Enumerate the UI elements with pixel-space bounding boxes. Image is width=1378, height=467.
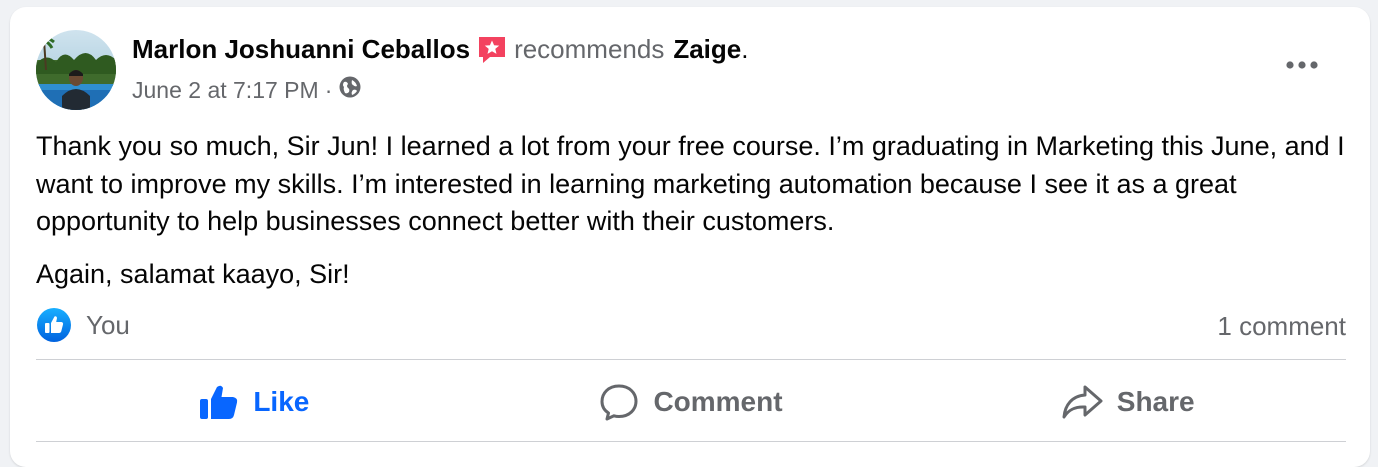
recommendation-icon <box>476 33 508 65</box>
divider-top <box>36 359 1346 360</box>
post-header: Marlon Joshuanni Ceballos recommends Zai… <box>132 33 749 65</box>
comment-bubble-icon <box>600 384 638 421</box>
author-avatar[interactable] <box>36 30 116 110</box>
share-button[interactable]: Share <box>909 362 1346 442</box>
reactions-summary[interactable]: You <box>36 307 130 343</box>
header-period: . <box>741 34 749 64</box>
comment-count-link[interactable]: 1 comment <box>1217 311 1346 342</box>
globe-icon[interactable] <box>338 75 362 105</box>
comment-label: Comment <box>653 386 783 417</box>
meta-separator: · <box>324 77 333 103</box>
more-options-button[interactable] <box>1280 47 1324 83</box>
thumbs-up-icon <box>200 385 238 419</box>
post-meta: June 2 at 7:17 PM · <box>132 75 362 105</box>
recommends-text: recommends <box>514 34 665 64</box>
share-label: Share <box>1116 386 1195 417</box>
post-timestamp[interactable]: June 2 at 7:17 PM <box>132 76 319 104</box>
post-paragraph: Thank you so much, Sir Jun! I learned a … <box>36 131 1345 236</box>
post-paragraph: Again, salamat kaayo, Sir! <box>36 258 350 289</box>
more-options-icon <box>1286 61 1318 69</box>
like-label: Like <box>253 386 310 417</box>
author-name[interactable]: Marlon Joshuanni Ceballos <box>132 33 470 65</box>
recommended-page-name[interactable]: Zaige <box>673 33 741 65</box>
reactions-label: You <box>86 309 130 340</box>
comment-button[interactable]: Comment <box>473 362 910 442</box>
like-button[interactable]: Like <box>36 362 473 442</box>
post-body: Thank you so much, Sir Jun! I learned a … <box>36 128 1346 293</box>
like-reaction-icon <box>36 307 72 343</box>
action-bar: Like Comment Share <box>36 362 1346 442</box>
avatar-photo <box>36 30 116 110</box>
post-card: Marlon Joshuanni Ceballos recommends Zai… <box>10 7 1370 467</box>
share-arrow-icon <box>1062 385 1103 419</box>
divider-bottom <box>36 441 1346 442</box>
